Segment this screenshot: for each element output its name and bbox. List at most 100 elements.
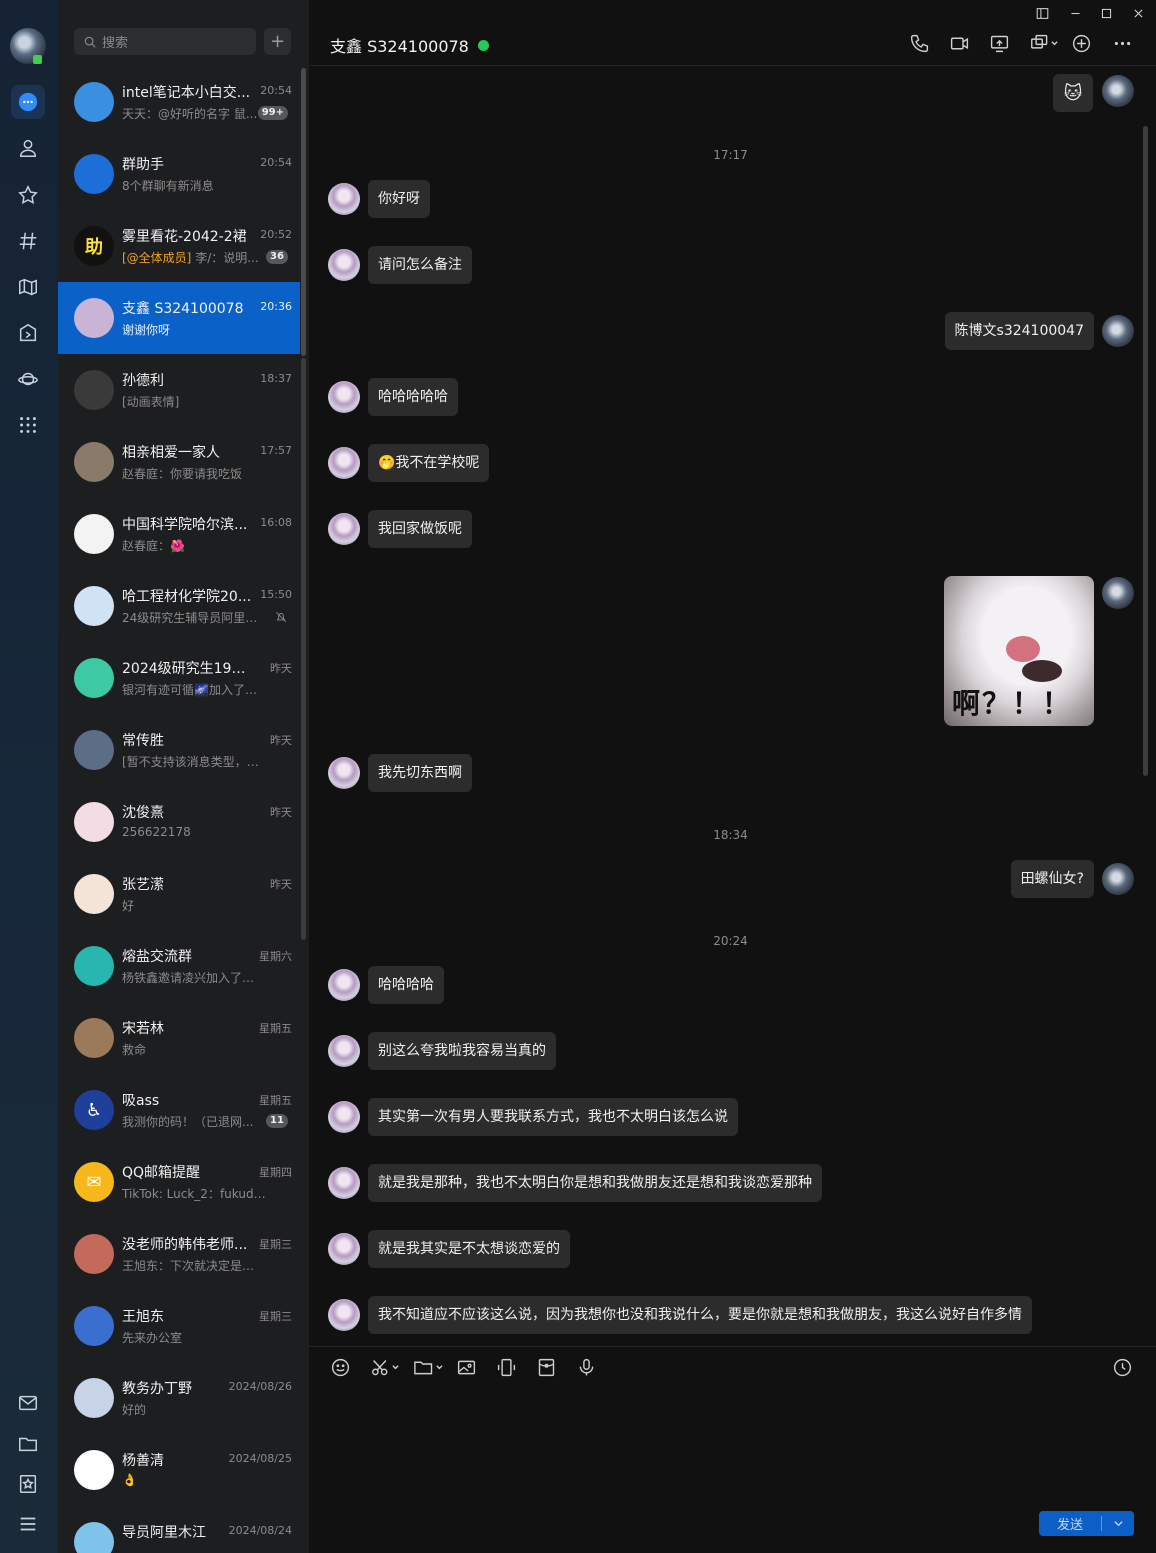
- conversation-avatar[interactable]: [74, 658, 114, 698]
- bookmark-icon[interactable]: [11, 1467, 45, 1501]
- conversation-avatar[interactable]: [74, 442, 114, 482]
- conversation-item[interactable]: 导员阿里木江 2024/08/24: [58, 1506, 300, 1553]
- conversation-avatar[interactable]: [74, 1018, 114, 1058]
- conversation-avatar[interactable]: ✉: [74, 1162, 114, 1202]
- conversation-item[interactable]: 沈俊熹 昨天 256622178: [58, 786, 300, 858]
- conversation-avatar[interactable]: [74, 370, 114, 410]
- contacts-icon[interactable]: [11, 131, 45, 165]
- menu-icon[interactable]: [11, 1507, 45, 1541]
- incoming-message[interactable]: 你好呀: [368, 180, 430, 218]
- conversation-item[interactable]: 支鑫 S324100078 20:36 谢谢你呀: [58, 282, 300, 354]
- search-input[interactable]: 搜索: [74, 28, 256, 55]
- incoming-message[interactable]: 🤭我不在学校呢: [368, 444, 490, 482]
- conversation-avatar[interactable]: [74, 946, 114, 986]
- send-button[interactable]: 发送: [1039, 1511, 1134, 1536]
- send-options-chevron-icon[interactable]: [1102, 1518, 1134, 1529]
- close-icon[interactable]: [1128, 4, 1148, 22]
- outgoing-message[interactable]: 陈博文s324100047: [944, 312, 1094, 350]
- conversation-item[interactable]: 熔盐交流群 星期六 杨铁鑫邀请凌兴加入了群聊。: [58, 930, 300, 1002]
- conversation-item[interactable]: 孙德利 18:37 [动画表情]: [58, 354, 300, 426]
- contact-avatar[interactable]: [328, 757, 360, 789]
- screenshot-icon[interactable]: [368, 1356, 402, 1378]
- more-apps-icon[interactable]: [11, 408, 45, 442]
- incoming-message[interactable]: 请问怎么备注: [368, 246, 472, 284]
- file-icon[interactable]: [410, 1356, 446, 1378]
- voice-call-icon[interactable]: [907, 31, 931, 55]
- add-member-icon[interactable]: [1069, 31, 1093, 55]
- conversation-item[interactable]: 王旭东 星期三 先来办公室: [58, 1290, 300, 1362]
- conversation-item[interactable]: ✉ QQ邮箱提醒 星期四 TikTok: Luck_2：fukuda 发...: [58, 1146, 300, 1218]
- image-icon[interactable]: [454, 1356, 478, 1378]
- channels-icon[interactable]: [11, 224, 45, 258]
- video-call-icon[interactable]: [947, 31, 971, 55]
- zone-icon[interactable]: [11, 316, 45, 350]
- conversation-item[interactable]: 2024级研究生19公... 昨天 银河有迹可循🌌加入了群聊。: [58, 642, 300, 714]
- incoming-message[interactable]: 我不知道应不应该这么说，因为我想你也没和我说什么，要是你就是想和我做朋友，我这么…: [368, 1296, 1032, 1334]
- conversation-avatar[interactable]: [74, 1306, 114, 1346]
- mail-icon[interactable]: [11, 1386, 45, 1420]
- games-icon[interactable]: [11, 270, 45, 304]
- chat-title[interactable]: 支鑫 S324100078: [330, 33, 489, 57]
- conversation-avatar[interactable]: [74, 730, 114, 770]
- history-icon[interactable]: [1110, 1356, 1134, 1378]
- message-area[interactable]: 🐱 17:17 你好呀 请问怎么备注 陈博文s324100047 哈哈哈哈哈 🤭我不在学校…: [309, 66, 1156, 1346]
- contact-avatar[interactable]: [328, 1167, 360, 1199]
- conversation-avatar[interactable]: [74, 298, 114, 338]
- add-button[interactable]: +: [264, 28, 291, 55]
- contact-avatar[interactable]: [328, 381, 360, 413]
- planet-icon[interactable]: [11, 362, 45, 396]
- conversation-item[interactable]: 助雾里看花-2042-2裙 20:52 [@全体成员] 李/：说明... 36: [58, 210, 300, 282]
- incoming-message[interactable]: 就是我其实是不太想谈恋爱的: [368, 1230, 570, 1268]
- my-avatar[interactable]: [1102, 315, 1134, 347]
- my-avatar[interactable]: [1102, 863, 1134, 895]
- incoming-message[interactable]: 哈哈哈哈哈: [368, 378, 458, 416]
- chat-scrollbar[interactable]: [1143, 126, 1148, 776]
- my-avatar[interactable]: [1102, 577, 1134, 609]
- conversation-item[interactable]: 宋若林 星期五 救命: [58, 1002, 300, 1074]
- input-area[interactable]: 发送: [309, 1346, 1156, 1553]
- emoji-icon[interactable]: [328, 1356, 352, 1378]
- incoming-message[interactable]: 别这么夸我啦我容易当真的: [368, 1032, 556, 1070]
- my-avatar[interactable]: [1102, 75, 1134, 107]
- conversation-avatar[interactable]: [74, 82, 114, 122]
- conversation-item[interactable]: 杨善清 2024/08/25 👌: [58, 1434, 300, 1506]
- contact-avatar[interactable]: [328, 183, 360, 215]
- incoming-message[interactable]: 就是我是那种，我也不太明白你是想和我做朋友还是想和我谈恋爱那种: [368, 1164, 822, 1202]
- conversation-item[interactable]: ♿ 吸ass 星期五 我测你的码！（已退网... 11: [58, 1074, 300, 1146]
- contact-avatar[interactable]: [328, 1299, 360, 1331]
- conversation-item[interactable]: 常传胜 昨天 [暂不支持该消息类型，请用...: [58, 714, 300, 786]
- conversation-avatar[interactable]: [74, 514, 114, 554]
- incoming-message[interactable]: 哈哈哈哈: [368, 966, 444, 1004]
- more-options-icon[interactable]: [1110, 31, 1134, 55]
- conversation-avatar[interactable]: [74, 586, 114, 626]
- messages-icon[interactable]: [11, 85, 45, 119]
- screen-share-icon[interactable]: [987, 31, 1011, 55]
- contact-avatar[interactable]: [328, 1233, 360, 1265]
- contact-avatar[interactable]: [328, 1101, 360, 1133]
- conversation-avatar[interactable]: [74, 154, 114, 194]
- contact-avatar[interactable]: [328, 513, 360, 545]
- conversation-avatar[interactable]: 助: [74, 226, 114, 266]
- sticker-message[interactable]: 啊？！！: [944, 576, 1094, 726]
- favorites-icon[interactable]: [11, 178, 45, 212]
- red-packet-icon[interactable]: [534, 1356, 558, 1378]
- conversation-item[interactable]: 张艺潆 昨天好: [58, 858, 300, 930]
- incoming-message[interactable]: 我先切东西啊: [368, 754, 472, 792]
- conversation-avatar[interactable]: [74, 874, 114, 914]
- conversation-avatar[interactable]: [74, 1522, 114, 1553]
- conversation-item[interactable]: 中国科学院哈尔滨... 16:08 赵春庭：🌺: [58, 498, 300, 570]
- contact-avatar[interactable]: [328, 1035, 360, 1067]
- incoming-message[interactable]: 我回家做饭呢: [368, 510, 472, 548]
- minimize-icon[interactable]: [1065, 4, 1085, 22]
- folder-icon[interactable]: [11, 1427, 45, 1461]
- shake-icon[interactable]: [494, 1356, 518, 1378]
- conversation-item[interactable]: 群助手 20:54 8个群聊有新消息: [58, 138, 300, 210]
- conversation-item[interactable]: 相亲相爱一家人 17:57 赵春庭：你要请我吃饭: [58, 426, 300, 498]
- conversation-item[interactable]: 教务办丁野 2024/08/26 好的: [58, 1362, 300, 1434]
- sidebar-toggle-icon[interactable]: [1032, 4, 1052, 22]
- voice-input-icon[interactable]: [574, 1356, 598, 1378]
- conversation-item[interactable]: intel笔记本小白交... 20:54 天天：@好听的名字 鼠... 99+: [58, 66, 300, 138]
- sent-emoji-message[interactable]: 🐱: [1053, 74, 1093, 112]
- remote-assist-icon[interactable]: [1027, 31, 1061, 55]
- list-scrollbar[interactable]: [301, 68, 306, 356]
